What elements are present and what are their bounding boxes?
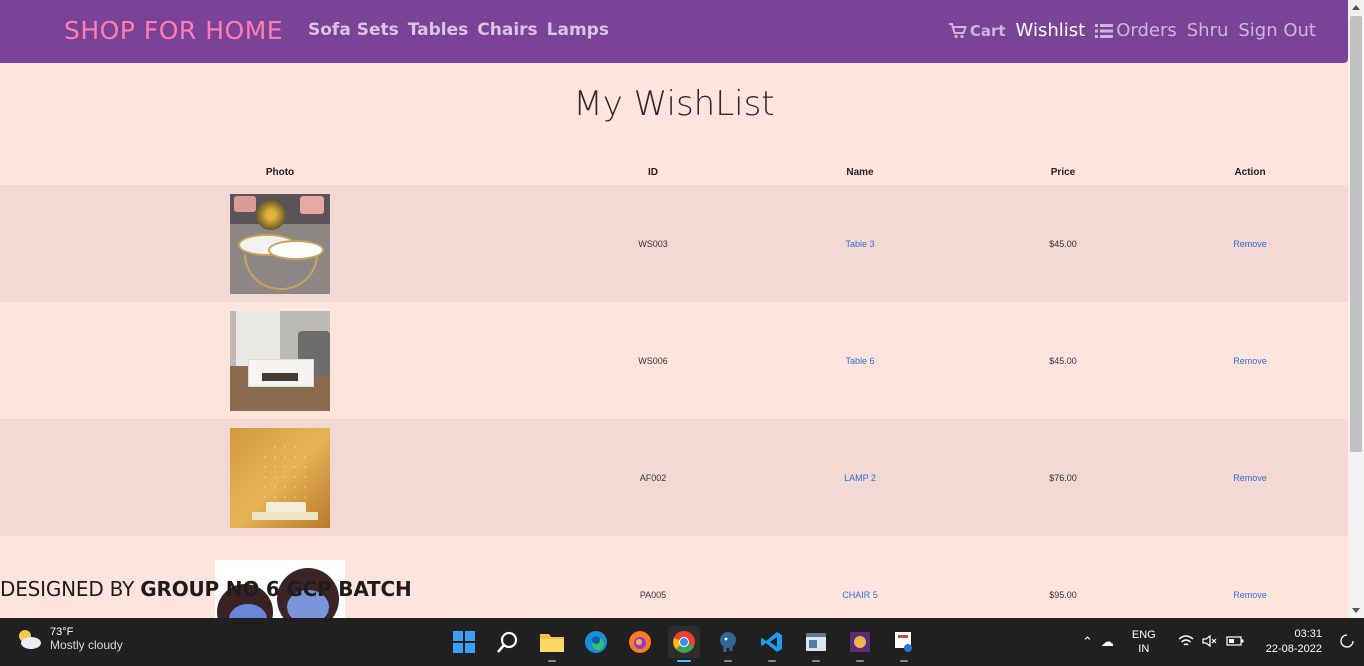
header-price: Price — [1050, 167, 1076, 178]
onedrive-cloud-icon[interactable]: ☁ — [1101, 634, 1114, 650]
windows-taskbar: 73°F Mostly cloudy ⌃ ☁ ENG IN 03:31 22-0… — [0, 618, 1364, 666]
table-row: AF002 LAMP 2 $76.00 Remove — [0, 419, 1348, 536]
file-explorer-icon[interactable] — [536, 626, 568, 662]
footer-prefix: DESIGNED BY — [0, 577, 141, 601]
time-label: 03:31 — [1294, 628, 1322, 640]
speaker-muted-icon[interactable] — [1202, 634, 1218, 651]
table-row: WS003 Table 3 $45.00 Remove — [0, 185, 1348, 302]
header-photo: Photo — [265, 167, 295, 178]
row-price: $76.00 — [1049, 472, 1077, 483]
nav-cart[interactable]: Cart — [948, 21, 1006, 40]
weather-temp: 73°F — [50, 626, 74, 638]
table-header: Photo ID Name Price Action — [0, 160, 1348, 185]
start-icon[interactable] — [448, 626, 480, 658]
notification-icon[interactable] — [1340, 633, 1354, 651]
header-id: ID — [648, 167, 658, 178]
edge-icon[interactable] — [580, 626, 612, 658]
product-link[interactable]: LAMP 2 — [844, 473, 876, 483]
browser-viewport: SHOP FOR HOME Sofa Sets Tables Chairs La… — [0, 0, 1348, 618]
row-id: WS003 — [638, 238, 668, 249]
postgres-icon[interactable] — [712, 626, 744, 662]
app-window-icon[interactable] — [800, 626, 832, 662]
product-link[interactable]: Table 3 — [845, 239, 874, 249]
firefox-icon[interactable] — [624, 626, 656, 658]
clock[interactable]: 03:31 22-08-2022 — [1266, 627, 1322, 657]
region-label: IN — [1138, 643, 1150, 655]
product-link[interactable]: Table 6 — [845, 356, 874, 366]
row-price: $45.00 — [1049, 355, 1077, 366]
designed-by-footer: DESIGNED BY GROUP NO 6 GCP BATCH — [0, 577, 412, 601]
cart-icon — [948, 22, 967, 38]
nav-lamps[interactable]: Lamps — [547, 20, 609, 40]
brand-logo[interactable]: SHOP FOR HOME — [64, 16, 283, 45]
nav-sofa-sets[interactable]: Sofa Sets — [308, 20, 399, 40]
row-id: PA005 — [639, 589, 667, 600]
header-action: Action — [1234, 167, 1266, 178]
remove-link[interactable]: Remove — [1233, 473, 1267, 483]
weather-desc: Mostly cloudy — [50, 638, 123, 652]
vertical-scrollbar[interactable] — [1348, 0, 1364, 618]
remove-link[interactable]: Remove — [1233, 590, 1267, 600]
wishlist-table: Photo ID Name Price Action WS003 Table 3… — [0, 160, 1348, 618]
input-language[interactable]: ENG IN — [1132, 628, 1156, 656]
row-price: $45.00 — [1049, 238, 1077, 249]
nav-wishlist[interactable]: Wishlist — [1016, 20, 1086, 41]
product-photo-lamp-2 — [230, 427, 330, 528]
nav-chairs[interactable]: Chairs — [477, 20, 537, 40]
footer-group: GROUP NO 6 GCP BATCH — [140, 577, 412, 601]
partly-cloudy-icon — [19, 630, 41, 649]
nav-tables[interactable]: Tables — [408, 20, 469, 40]
list-icon — [1095, 23, 1114, 38]
category-nav: Sofa Sets Tables Chairs Lamps — [308, 20, 609, 40]
system-tray: ⌃ ☁ ENG IN 03:31 22-08-2022 — [1078, 618, 1364, 666]
product-photo-table-3 — [230, 193, 330, 294]
language-label: ENG — [1131, 629, 1156, 641]
row-id: AF002 — [639, 472, 667, 483]
scroll-down-arrow-icon[interactable] — [1352, 608, 1360, 613]
cart-label: Cart — [969, 21, 1006, 40]
vscode-icon[interactable] — [756, 626, 788, 662]
chrome-icon[interactable] — [668, 626, 700, 662]
remove-link[interactable]: Remove — [1233, 356, 1267, 366]
snipping-tool-icon[interactable] — [888, 626, 920, 662]
nav-sign-out[interactable]: Sign Out — [1238, 20, 1316, 41]
taskbar-apps — [448, 626, 920, 662]
page-title: My WishList — [573, 84, 775, 124]
search-icon[interactable] — [492, 626, 524, 658]
product-photo-table-6 — [230, 310, 330, 411]
row-id: WS006 — [638, 355, 668, 366]
game-app-icon[interactable] — [844, 626, 876, 662]
battery-icon[interactable] — [1226, 635, 1244, 650]
header-name: Name — [846, 167, 874, 178]
orders-label: Orders — [1116, 20, 1177, 41]
nav-orders[interactable]: Orders — [1095, 20, 1177, 41]
table-row: WS006 Table 6 $45.00 Remove — [0, 302, 1348, 419]
scroll-up-arrow-icon[interactable] — [1352, 5, 1360, 10]
product-link[interactable]: CHAIR 5 — [842, 590, 878, 600]
remove-link[interactable]: Remove — [1233, 239, 1267, 249]
top-navbar: SHOP FOR HOME Sofa Sets Tables Chairs La… — [0, 0, 1348, 63]
scroll-thumb[interactable] — [1350, 16, 1362, 452]
chevron-up-icon[interactable]: ⌃ — [1082, 634, 1093, 650]
weather-widget[interactable]: 73°F Mostly cloudy — [16, 626, 123, 652]
date-label: 22-08-2022 — [1265, 643, 1322, 655]
account-nav: Cart Wishlist Orders Shru Sign Out — [948, 20, 1316, 41]
row-price: $95.00 — [1049, 589, 1077, 600]
wifi-icon[interactable] — [1178, 634, 1194, 651]
nav-user[interactable]: Shru — [1187, 20, 1229, 41]
